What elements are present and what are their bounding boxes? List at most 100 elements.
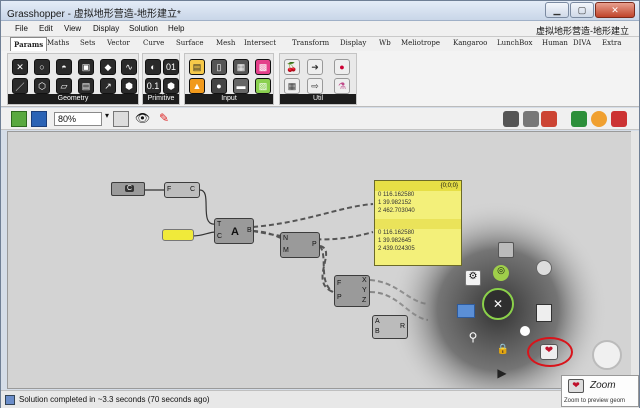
- open-file-icon[interactable]: [11, 111, 27, 127]
- bake-icon[interactable]: [571, 111, 587, 127]
- a-block-node[interactable]: T C A B: [214, 218, 254, 244]
- material-icon[interactable]: [591, 111, 607, 127]
- panel-util: 🍒 ➜ ● ▦ ⇨ ⚗ Util: [279, 53, 357, 105]
- boolean-param-icon[interactable]: ◐: [145, 59, 161, 75]
- tab-curve[interactable]: Curve: [143, 39, 164, 47]
- tab-human[interactable]: Human: [542, 39, 568, 47]
- arrow-right-icon[interactable]: ➜: [307, 59, 323, 75]
- tab-wb[interactable]: Wb: [379, 39, 391, 47]
- curve-param-icon[interactable]: ∿: [121, 59, 137, 75]
- maximize-button[interactable]: ▢: [570, 2, 594, 18]
- gradient-icon[interactable]: ▨: [255, 78, 271, 94]
- component-canvas[interactable]: C F C T C A B N M P {0;0;0} 0 116.162580…: [7, 131, 632, 389]
- data-dam-icon[interactable]: ▦: [284, 78, 300, 94]
- number-param-icon[interactable]: 0.1: [145, 78, 161, 94]
- a-block-input-t: T: [217, 221, 222, 228]
- circle-param-icon[interactable]: ○: [34, 59, 50, 75]
- menu-display[interactable]: Display: [93, 24, 119, 33]
- arc-param-icon[interactable]: ◓: [56, 59, 72, 75]
- tab-meliotrope[interactable]: Meliotrope: [401, 39, 440, 47]
- line-param-icon[interactable]: ／: [12, 78, 28, 94]
- minimize-button[interactable]: ▁: [545, 2, 569, 18]
- tab-extra[interactable]: Extra: [602, 39, 621, 47]
- status-bar: Solution completed in ~3.3 seconds (70 s…: [1, 390, 639, 408]
- fc-node[interactable]: F C: [164, 182, 200, 198]
- integer-param-icon[interactable]: 01: [163, 59, 179, 75]
- tab-display[interactable]: Display: [340, 39, 366, 47]
- preview-mode-icon[interactable]: [503, 111, 519, 127]
- status-icon: [5, 395, 15, 405]
- tab-vector[interactable]: Vector: [107, 39, 130, 47]
- save-file-icon[interactable]: [31, 111, 47, 127]
- preview-toggle-icon[interactable]: ◎: [493, 265, 509, 281]
- paint-icon[interactable]: ✎: [159, 111, 175, 127]
- play-icon[interactable]: ▶: [495, 366, 509, 380]
- vector-param-icon[interactable]: ↗: [100, 78, 116, 94]
- bake-sphere-icon[interactable]: [536, 260, 552, 276]
- menu-help[interactable]: Help: [168, 24, 184, 33]
- panel-component-icon[interactable]: ▤: [189, 59, 205, 75]
- box-icon[interactable]: [498, 242, 514, 258]
- tab-params[interactable]: Params: [10, 37, 48, 51]
- group-param-icon[interactable]: ⬢: [121, 78, 137, 94]
- menu-bar: File Edit View Display Solution Help 虚拟地…: [1, 21, 639, 37]
- decompose-output-z: Z: [362, 297, 367, 304]
- vertical-scrollbar[interactable]: [631, 131, 639, 389]
- close-button[interactable]: ✕: [595, 2, 635, 18]
- tab-transform[interactable]: Transform: [292, 39, 329, 47]
- shaded-preview-icon[interactable]: [523, 111, 539, 127]
- selected-preview-icon[interactable]: [541, 111, 557, 127]
- nmp-node[interactable]: N M P: [280, 232, 320, 258]
- tab-maths[interactable]: Maths: [47, 39, 69, 47]
- cherry-icon[interactable]: 🍒: [284, 59, 300, 75]
- menu-view[interactable]: View: [64, 24, 81, 33]
- tab-intersect[interactable]: Intersect: [244, 39, 276, 47]
- eye-icon[interactable]: 👁: [135, 111, 151, 127]
- tab-sets[interactable]: Sets: [80, 39, 95, 47]
- data-panel-header: {0;0;0}: [375, 181, 461, 191]
- document-title: 虚拟地形营造-地形建立: [536, 26, 629, 36]
- zoom-selected-icon[interactable]: ❤: [540, 344, 558, 360]
- color-swatch-icon[interactable]: ▩: [255, 59, 271, 75]
- sphere-icon[interactable]: ●: [334, 59, 350, 75]
- tab-surface[interactable]: Surface: [176, 39, 203, 47]
- tab-diva[interactable]: DIVA: [573, 39, 591, 47]
- box-param-icon[interactable]: ▣: [78, 59, 94, 75]
- calendar-icon[interactable]: ▦: [233, 59, 249, 75]
- zoom-level-select[interactable]: 80%: [54, 112, 102, 126]
- tab-lunchbox[interactable]: LunchBox: [497, 39, 532, 47]
- settings-gear-icon[interactable]: ⚙: [465, 270, 481, 286]
- menu-solution[interactable]: Solution: [129, 24, 158, 33]
- radial-center-enable-icon[interactable]: ✕: [482, 288, 514, 320]
- brep-param-icon[interactable]: ◆: [100, 59, 116, 75]
- lock-icon[interactable]: 🔒: [496, 344, 510, 356]
- map-icon[interactable]: [457, 304, 475, 318]
- button-icon[interactable]: ●: [211, 78, 227, 94]
- domain-param-icon[interactable]: ⬢: [163, 78, 179, 94]
- surface-param-icon[interactable]: ▤: [78, 78, 94, 94]
- magnifier-icon[interactable]: ⚲: [465, 330, 481, 346]
- sketch-icon[interactable]: [113, 111, 129, 127]
- point-param-icon[interactable]: ✕: [12, 59, 28, 75]
- toggle-icon[interactable]: ▯: [211, 59, 227, 75]
- mesh-param-icon[interactable]: ⬡: [34, 78, 50, 94]
- tab-mesh[interactable]: Mesh: [216, 39, 235, 47]
- relay-arrow-icon[interactable]: ⇨: [307, 78, 323, 94]
- menu-file[interactable]: File: [15, 24, 28, 33]
- menu-edit[interactable]: Edit: [39, 24, 53, 33]
- plane-param-icon[interactable]: ▱: [56, 78, 72, 94]
- data-panel[interactable]: {0;0;0} 0 116.162580 1 39.982152 2 462.7…: [374, 180, 462, 266]
- graph-mapper-icon[interactable]: ▲: [189, 78, 205, 94]
- curve-param-node[interactable]: C: [111, 182, 145, 196]
- number-input-node[interactable]: [162, 229, 194, 241]
- decompose-node[interactable]: F P X Y Z: [334, 275, 370, 307]
- flask-icon[interactable]: ⚗: [334, 78, 350, 94]
- zoom-tooltip-icon: ❤: [568, 379, 584, 393]
- document-icon[interactable]: [536, 304, 552, 322]
- abr-node[interactable]: A B R: [372, 315, 408, 339]
- slider-icon[interactable]: ▬: [233, 78, 249, 94]
- render-icon[interactable]: [611, 111, 627, 127]
- tab-kangaroo[interactable]: Kangaroo: [453, 39, 487, 47]
- nmp-input-m: M: [283, 247, 289, 254]
- zoom-dial-icon[interactable]: [592, 340, 622, 370]
